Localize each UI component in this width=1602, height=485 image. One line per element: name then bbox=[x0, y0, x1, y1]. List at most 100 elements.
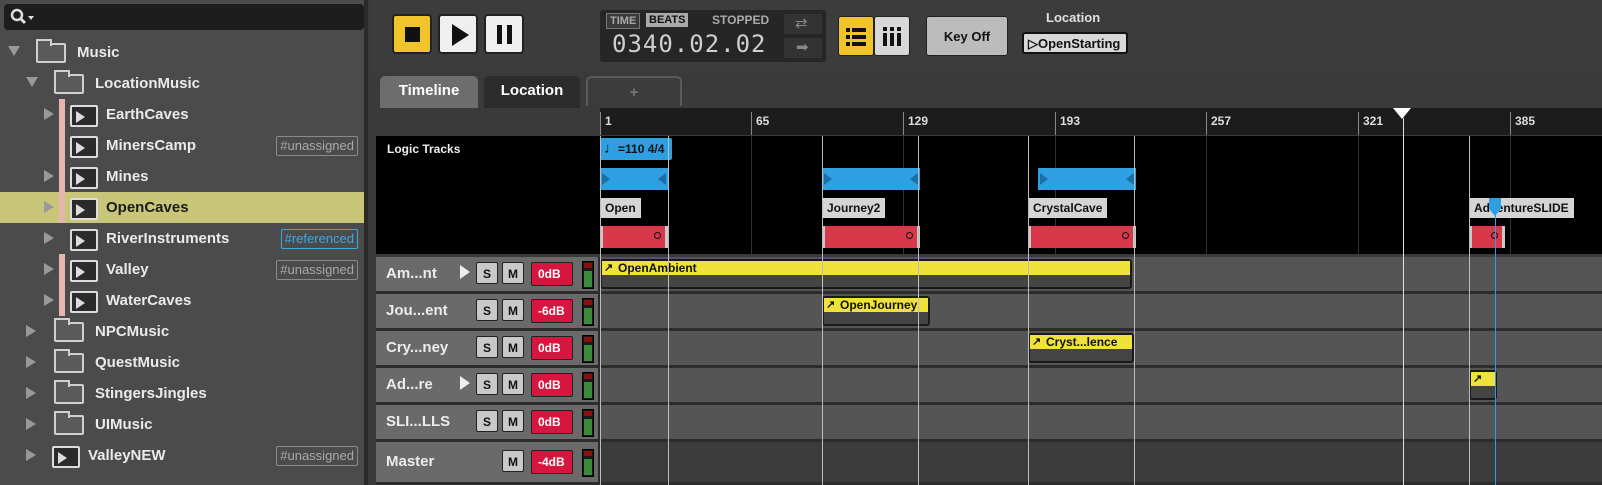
play-icon[interactable] bbox=[460, 265, 470, 279]
loop-region[interactable] bbox=[1038, 168, 1136, 190]
tree-folder-music[interactable]: Music bbox=[0, 37, 364, 68]
ruler-tick-label: 321 bbox=[1363, 114, 1384, 128]
list-view-button[interactable] bbox=[838, 16, 874, 56]
volume-knob[interactable]: 0dB bbox=[531, 410, 573, 434]
chevron-right-icon[interactable] bbox=[44, 201, 54, 213]
tree-event-opencaves[interactable]: OpenCaves bbox=[0, 192, 364, 223]
tree-event-valley[interactable]: Valley #unassigned bbox=[0, 254, 364, 285]
solo-button[interactable]: S bbox=[476, 336, 498, 358]
play-button[interactable] bbox=[438, 14, 478, 54]
volume-knob[interactable]: 0dB bbox=[531, 373, 573, 397]
loop-icon: ⇄ bbox=[795, 15, 808, 32]
destination-marker[interactable]: AdventureSLIDE bbox=[1469, 198, 1574, 218]
loop-region[interactable] bbox=[600, 168, 668, 190]
audio-clip[interactable] bbox=[1469, 370, 1497, 400]
tree-folder-npcmusic[interactable]: NPCMusic bbox=[0, 316, 364, 347]
chevron-down-icon[interactable] bbox=[26, 77, 38, 87]
tree-label: StingersJingles bbox=[95, 385, 207, 402]
chevron-right-icon[interactable] bbox=[26, 387, 36, 399]
loop-region[interactable] bbox=[822, 168, 920, 190]
mute-button[interactable]: M bbox=[502, 262, 524, 284]
tab-location[interactable]: Location bbox=[484, 76, 580, 108]
timeline-ruler[interactable]: 1 65 129 193 257 321 385 bbox=[600, 108, 1602, 135]
event-icon bbox=[70, 136, 98, 158]
audio-track: Ad...re S M 0dB bbox=[376, 368, 1602, 405]
tempo-label: =110 4/4 bbox=[618, 142, 665, 156]
chevron-right-icon[interactable] bbox=[26, 356, 36, 368]
tree-event-valleynew[interactable]: ValleyNEW #unassigned bbox=[0, 440, 364, 471]
event-icon bbox=[52, 446, 80, 468]
audio-clip[interactable]: OpenJourney bbox=[822, 296, 930, 326]
chevron-right-icon[interactable] bbox=[26, 418, 36, 430]
add-tab-button[interactable]: + bbox=[586, 76, 682, 106]
destination-marker[interactable]: CrystalCave bbox=[1028, 198, 1108, 218]
tab-timeline[interactable]: Timeline bbox=[380, 76, 478, 108]
chevron-right-icon[interactable] bbox=[44, 108, 54, 120]
level-meter bbox=[582, 449, 594, 477]
volume-knob[interactable]: -4dB bbox=[531, 450, 573, 474]
time-tab[interactable]: TIME bbox=[606, 13, 641, 29]
solo-button[interactable]: S bbox=[476, 299, 498, 321]
volume-knob[interactable]: -6dB bbox=[531, 299, 573, 323]
marker-line bbox=[1028, 136, 1029, 485]
mute-button[interactable]: M bbox=[502, 336, 524, 358]
tree-label: EarthCaves bbox=[106, 106, 189, 123]
event-icon bbox=[70, 291, 98, 313]
track-name: Cry...ney bbox=[386, 339, 449, 356]
chevron-right-icon[interactable] bbox=[44, 263, 54, 275]
solo-button[interactable]: S bbox=[476, 410, 498, 432]
chevron-right-icon[interactable] bbox=[44, 232, 54, 244]
audio-track: SLI...LLS S M 0dB bbox=[376, 405, 1602, 442]
follow-button[interactable]: ➡ bbox=[784, 38, 822, 58]
volume-knob[interactable]: 0dB bbox=[531, 262, 573, 286]
beats-tab[interactable]: BEATS bbox=[646, 13, 689, 27]
tree-folder-stingersjingles[interactable]: StingersJingles bbox=[0, 378, 364, 409]
event-icon bbox=[70, 105, 98, 127]
mute-button[interactable]: M bbox=[502, 299, 524, 321]
tree-event-watercaves[interactable]: WaterCaves bbox=[0, 285, 364, 316]
tree-event-minerscamp[interactable]: MinersCamp #unassigned bbox=[0, 130, 364, 161]
pause-icon-bar bbox=[507, 25, 512, 44]
mute-button[interactable]: M bbox=[502, 450, 524, 472]
solo-button[interactable]: S bbox=[476, 262, 498, 284]
transition-region[interactable] bbox=[600, 226, 668, 248]
mute-button[interactable]: M bbox=[502, 373, 524, 395]
playhead-icon[interactable] bbox=[1393, 108, 1411, 119]
logic-tracks: Logic Tracks ♩ =110 4/4 Open Journey2 Cr… bbox=[376, 136, 1602, 254]
audio-clip[interactable]: Cryst...lence bbox=[1028, 333, 1134, 363]
destination-marker[interactable]: Open bbox=[600, 198, 641, 218]
play-icon[interactable] bbox=[460, 376, 470, 390]
track-name: Am...nt bbox=[386, 265, 437, 282]
mute-button[interactable]: M bbox=[502, 410, 524, 432]
position-readout: 0340.02.02 bbox=[612, 30, 767, 58]
tree-event-riverinstruments[interactable]: RiverInstruments #referenced bbox=[0, 223, 364, 254]
destination-marker[interactable]: Journey2 bbox=[822, 198, 886, 218]
tree-folder-locationmusic[interactable]: LocationMusic bbox=[0, 68, 364, 99]
pause-button[interactable] bbox=[484, 14, 524, 54]
loop-button[interactable]: ⇄ bbox=[784, 14, 822, 34]
audio-clip[interactable]: OpenAmbient bbox=[600, 259, 1132, 289]
key-off-button[interactable]: Key Off bbox=[926, 16, 1008, 56]
volume-knob[interactable]: 0dB bbox=[531, 336, 573, 360]
tree-event-mines[interactable]: Mines bbox=[0, 161, 364, 192]
chevron-right-icon[interactable] bbox=[26, 449, 36, 461]
transition-region[interactable] bbox=[1028, 226, 1136, 248]
parameter-value-button[interactable]: ▷OpenStarting bbox=[1022, 32, 1129, 54]
tree-event-earthcaves[interactable]: EarthCaves bbox=[0, 99, 364, 130]
marker-line bbox=[1134, 136, 1135, 485]
search-input[interactable] bbox=[4, 4, 364, 30]
chevron-down-icon[interactable] bbox=[8, 46, 20, 56]
tree-folder-uimusic[interactable]: UIMusic bbox=[0, 409, 364, 440]
playhead-line bbox=[1403, 118, 1404, 485]
chevron-right-icon[interactable] bbox=[44, 294, 54, 306]
solo-button[interactable]: S bbox=[476, 373, 498, 395]
color-marker bbox=[59, 192, 65, 223]
transition-region[interactable] bbox=[822, 226, 920, 248]
transition-region[interactable] bbox=[1469, 226, 1505, 248]
chevron-right-icon[interactable] bbox=[44, 170, 54, 182]
stop-button[interactable] bbox=[392, 14, 432, 54]
tree-folder-questmusic[interactable]: QuestMusic bbox=[0, 347, 364, 378]
tempo-marker[interactable]: ♩ =110 4/4 bbox=[600, 138, 672, 160]
chevron-right-icon[interactable] bbox=[26, 325, 36, 337]
column-view-button[interactable] bbox=[874, 16, 910, 56]
